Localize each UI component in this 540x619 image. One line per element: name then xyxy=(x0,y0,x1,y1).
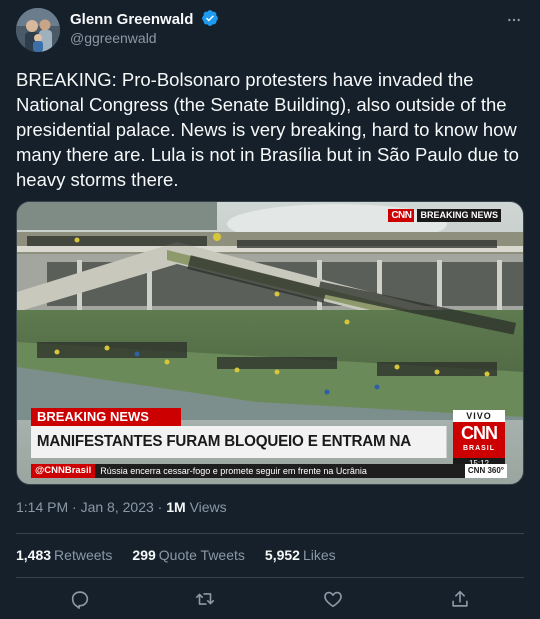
cnn-brasil-logo: CNN BRASIL xyxy=(453,422,505,458)
tweet-meta: 1:14 PM · Jan 8, 2023 · 1M Views xyxy=(16,499,227,515)
channel-logo-text: CNN xyxy=(461,423,498,443)
author-name-text[interactable]: Glenn Greenwald xyxy=(70,11,193,28)
live-label: VIVO xyxy=(453,410,505,422)
stat-count: 5,952 xyxy=(264,547,300,563)
stat-count: 1,483 xyxy=(16,547,52,563)
more-options-icon[interactable] xyxy=(506,12,522,28)
live-channel-box: VIVO CNN BRASIL 15:12 xyxy=(453,410,505,470)
engagement-stats: 1,483 Retweets 299 Quote Tweets 5,952 Likes xyxy=(16,547,336,563)
corner-breaking-label: BREAKING NEWS xyxy=(417,209,501,222)
news-lower-third: BREAKING NEWS MANIFESTANTES FURAM BLOQUE… xyxy=(17,406,523,484)
tweet-time[interactable]: 1:14 PM xyxy=(16,499,68,515)
stat-label: Retweets xyxy=(54,547,113,563)
share-icon[interactable] xyxy=(449,588,471,610)
meta-separator: · xyxy=(72,499,77,515)
news-ticker: @CNNBrasil Rússia encerra cessar-fogo e … xyxy=(31,464,507,478)
ticker-text: Rússia encerra cessar-fogo e promete seg… xyxy=(100,466,367,476)
likes-stat[interactable]: 5,952 Likes xyxy=(265,547,336,563)
tweet-actions xyxy=(0,588,540,612)
cnn-breaking-corner-badge: CNN BREAKING NEWS xyxy=(388,209,501,222)
tweet-date[interactable]: Jan 8, 2023 xyxy=(81,499,154,515)
author-handle[interactable]: @ggreenwald xyxy=(70,30,157,46)
meta-separator-2: · xyxy=(157,499,163,515)
views-label: Views xyxy=(189,499,227,515)
verified-badge-icon xyxy=(201,10,218,26)
retweet-icon[interactable] xyxy=(194,588,216,610)
stat-count: 299 xyxy=(132,547,156,563)
tweet-media-video[interactable]: CNN BREAKING NEWS BREAKING NEWS MANIFEST… xyxy=(16,201,524,485)
cnn-logo: CNN xyxy=(388,209,415,222)
channel-sub-text: BRASIL xyxy=(462,445,496,452)
stat-label: Likes xyxy=(302,547,336,563)
views-count: 1M xyxy=(166,499,186,515)
divider xyxy=(16,533,524,534)
retweets-stat[interactable]: 1,483 Retweets xyxy=(16,547,112,563)
tweet-text: BREAKING: Pro-Bolsonaro protesters have … xyxy=(16,69,519,190)
stat-label: Quote Tweets xyxy=(158,547,245,563)
author-name[interactable]: Glenn Greenwald xyxy=(70,9,219,28)
profile-photo-icon xyxy=(16,8,60,52)
ticker-tag: CNN 360° xyxy=(464,464,507,478)
news-headline: MANIFESTANTES FURAM BLOQUEIO E ENTRAM NA… xyxy=(31,426,447,482)
divider xyxy=(16,577,524,578)
quote-tweets-stat[interactable]: 299 Quote Tweets xyxy=(132,547,245,563)
like-icon[interactable] xyxy=(322,588,344,610)
tweet: Glenn Greenwald @ggreenwald BREAKING: Pr… xyxy=(0,0,540,619)
ticker-brand: @CNNBrasil xyxy=(31,464,96,478)
avatar[interactable] xyxy=(16,8,60,52)
breaking-news-label: BREAKING NEWS xyxy=(31,408,181,426)
reply-icon[interactable] xyxy=(69,588,91,610)
